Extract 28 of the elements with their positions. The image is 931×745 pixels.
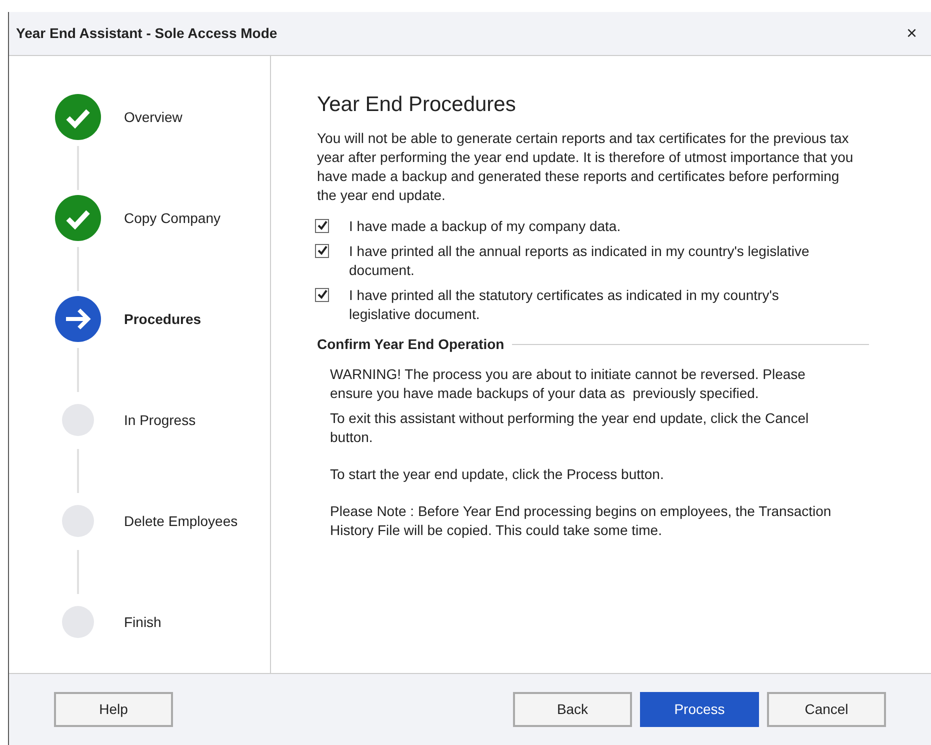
- dialog-button[interactable]: Cancel: [767, 692, 886, 727]
- page-heading: Year End Procedures: [317, 92, 517, 118]
- notice-text: To start the year end update, click the Process button.: [330, 464, 665, 484]
- checkbox-label: I have made a backup of my company data.: [349, 216, 622, 236]
- notice-text: Please Note : Before Year End processing begins on employees, the Transaction History File will be copied. This could take some time.: [330, 502, 832, 540]
- step-label: Overview: [124, 108, 182, 126]
- check-circle-icon: [54, 194, 102, 242]
- dialog-button[interactable]: Process: [640, 692, 759, 727]
- arrow-circle-icon: [54, 295, 102, 343]
- checkbox-label: I have printed all the annual reports as indicated in my country's legislative document.: [349, 242, 810, 280]
- check-circle-icon: [54, 93, 102, 141]
- intro-text: You will not be able to generate certain reports and tax certificates for the previous tax year after performing the year end update. It is therefore of utmost importance that you have made a backup and generated these reports and certificates before performing the year end update.: [317, 128, 854, 204]
- notice-text: WARNING! The process you are about to initiate cannot be reversed. Please ensure you have made backups of your data as previously specified.: [330, 364, 806, 402]
- step-label: Finish: [124, 612, 162, 632]
- checkbox[interactable]: [315, 244, 329, 258]
- checkbox[interactable]: [315, 218, 329, 232]
- step-label: Copy Company: [124, 208, 220, 228]
- step-label: In Progress: [124, 410, 196, 430]
- checkbox-label: I have printed all the statutory certificates as indicated in my country's legislative document.: [349, 286, 780, 324]
- step-label: Delete Employees: [124, 512, 238, 531]
- step-label: Procedures: [124, 310, 202, 328]
- dialog-button[interactable]: Help: [54, 692, 173, 727]
- window-title: Year End Assistant - Sole Access Mode: [16, 24, 278, 43]
- notice-text: To exit this assistant without performing the year end update, click the Cancel button.: [330, 408, 810, 446]
- close-button[interactable]: ×: [902, 20, 921, 47]
- dialog-button[interactable]: Back: [513, 692, 632, 727]
- section-heading: Confirm Year End Operation: [317, 334, 504, 354]
- checkbox[interactable]: [315, 288, 329, 302]
